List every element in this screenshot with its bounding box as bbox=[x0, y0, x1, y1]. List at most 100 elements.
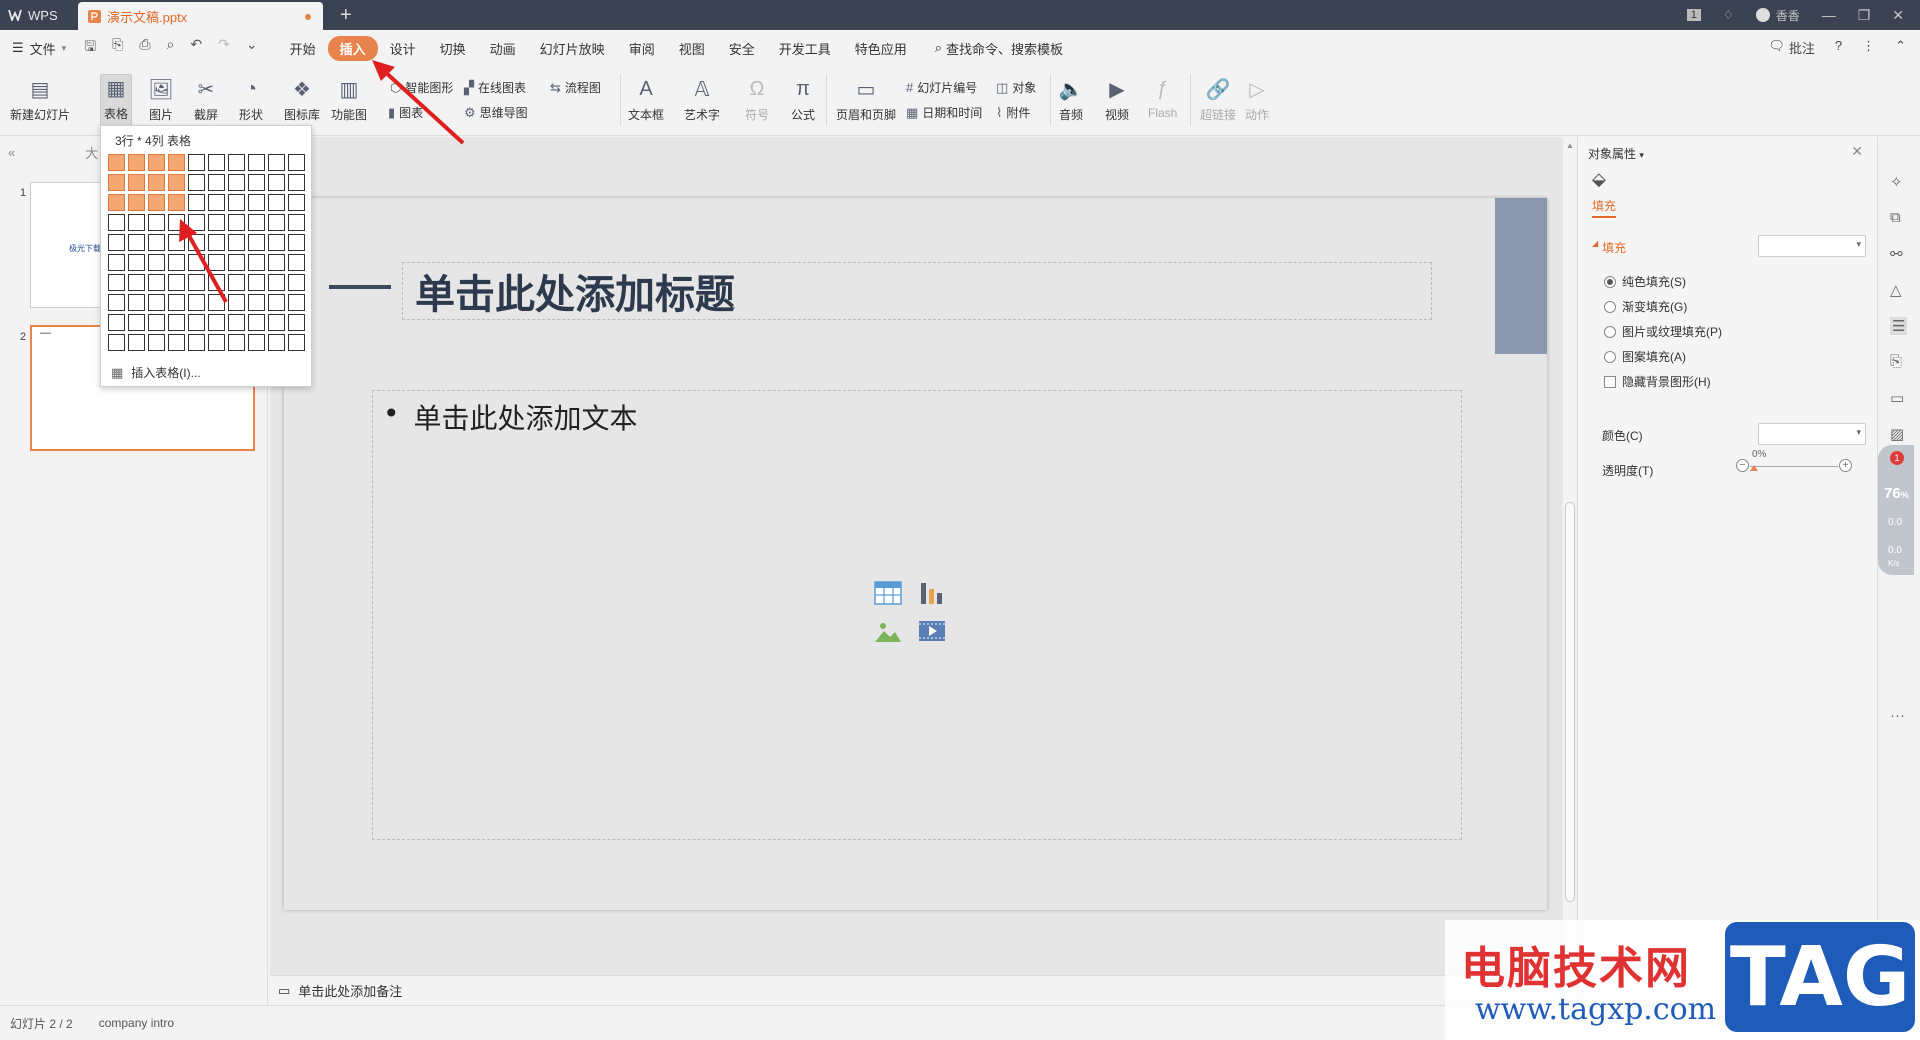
table-grid-cell[interactable] bbox=[268, 294, 285, 311]
customize-icon[interactable]: ⌄ bbox=[246, 36, 258, 60]
slider-knob[interactable] bbox=[1750, 465, 1758, 471]
table-grid-cell[interactable] bbox=[228, 194, 245, 211]
table-grid-cell[interactable] bbox=[108, 154, 125, 171]
table-grid-cell[interactable] bbox=[288, 214, 305, 231]
table-grid-cell[interactable] bbox=[248, 294, 265, 311]
user-account[interactable]: 香香 bbox=[1755, 7, 1800, 24]
properties-icon[interactable]: ☰ bbox=[1890, 317, 1908, 335]
header-footer-button[interactable]: ▭ 页眉和页脚 bbox=[836, 76, 896, 123]
table-grid-cell[interactable] bbox=[228, 294, 245, 311]
current-slide[interactable]: 单击此处添加标题 • 单击此处添加文本 bbox=[284, 198, 1547, 910]
pattern-fill-option[interactable]: 图案填充(A) bbox=[1604, 348, 1686, 365]
table-grid-cell[interactable] bbox=[208, 314, 225, 331]
icon-library-button[interactable]: ❖ 图标库 bbox=[284, 76, 320, 123]
table-grid-cell[interactable] bbox=[208, 274, 225, 291]
tab-transitions[interactable]: 切换 bbox=[428, 36, 478, 61]
copy-icon[interactable]: ⎘ bbox=[1890, 353, 1902, 370]
table-grid-cell[interactable] bbox=[268, 214, 285, 231]
table-grid-cell[interactable] bbox=[188, 154, 205, 171]
table-grid-cell[interactable] bbox=[208, 214, 225, 231]
action-button[interactable]: ▷ 动作 bbox=[1244, 76, 1270, 123]
table-grid-cell[interactable] bbox=[188, 254, 205, 271]
table-grid-cell[interactable] bbox=[148, 314, 165, 331]
table-grid-cell[interactable] bbox=[208, 154, 225, 171]
table-grid-cell[interactable] bbox=[228, 234, 245, 251]
insert-chart-icon[interactable] bbox=[917, 579, 947, 607]
new-slide-button[interactable]: ▤ 新建幻灯片 bbox=[10, 76, 70, 123]
table-grid-cell[interactable] bbox=[128, 194, 145, 211]
table-grid-cell[interactable] bbox=[148, 274, 165, 291]
fill-dropdown[interactable]: ▾ bbox=[1758, 235, 1866, 257]
insert-table-menu-item[interactable]: ▦ 插入表格(I)... bbox=[111, 364, 201, 381]
document-tab[interactable]: 演示文稿.pptx bbox=[78, 2, 323, 30]
transform-icon[interactable]: ⧉ bbox=[1890, 209, 1901, 226]
table-grid-cell[interactable] bbox=[268, 234, 285, 251]
table-grid-cell[interactable] bbox=[108, 174, 125, 191]
table-grid-cell[interactable] bbox=[288, 314, 305, 331]
table-grid-cell[interactable] bbox=[288, 234, 305, 251]
table-button[interactable]: ▦ 表格 bbox=[100, 74, 132, 126]
table-grid-cell[interactable] bbox=[168, 314, 185, 331]
table-grid-cell[interactable] bbox=[128, 174, 145, 191]
table-grid-cell[interactable] bbox=[268, 194, 285, 211]
table-grid-cell[interactable] bbox=[248, 194, 265, 211]
table-grid-cell[interactable] bbox=[228, 154, 245, 171]
table-grid-cell[interactable] bbox=[128, 254, 145, 271]
increase-icon[interactable]: + bbox=[1839, 459, 1852, 472]
table-grid-cell[interactable] bbox=[248, 214, 265, 231]
symbol-button[interactable]: Ω 符号 bbox=[744, 76, 770, 123]
tab-special[interactable]: 特色应用 bbox=[843, 36, 919, 61]
table-grid-cell[interactable] bbox=[248, 334, 265, 351]
decrease-icon[interactable]: − bbox=[1736, 459, 1749, 472]
scrollbar-thumb[interactable] bbox=[1565, 502, 1575, 902]
table-grid-cell[interactable] bbox=[228, 314, 245, 331]
table-grid-cell[interactable] bbox=[188, 294, 205, 311]
table-grid-cell[interactable] bbox=[228, 334, 245, 351]
fill-section-header[interactable]: ◢ 填充 bbox=[1592, 239, 1626, 256]
slider-track[interactable] bbox=[1750, 466, 1838, 467]
more-horizontal-icon[interactable]: ··· bbox=[1890, 707, 1905, 724]
table-grid-cell[interactable] bbox=[288, 194, 305, 211]
tab-insert[interactable]: 插入 bbox=[327, 35, 378, 61]
table-grid-cell[interactable] bbox=[108, 314, 125, 331]
table-grid-cell[interactable] bbox=[288, 154, 305, 171]
picture-fill-option[interactable]: 图片或纹理填充(P) bbox=[1604, 323, 1722, 340]
save-icon[interactable]: 🖫 bbox=[84, 36, 96, 60]
table-grid-cell[interactable] bbox=[128, 334, 145, 351]
insert-picture-icon[interactable] bbox=[873, 617, 903, 645]
table-grid-cell[interactable] bbox=[188, 214, 205, 231]
title-placeholder[interactable]: 单击此处添加标题 bbox=[402, 262, 1432, 320]
slide-number-button[interactable]: # 幻灯片编号 bbox=[906, 79, 977, 96]
wordart-button[interactable]: 𝔸 艺术字 bbox=[684, 76, 720, 123]
more-icon[interactable]: ⋮ bbox=[1862, 38, 1875, 57]
video-button[interactable]: ▶ 视频 bbox=[1104, 76, 1130, 123]
export-icon[interactable]: ⎘ bbox=[112, 36, 123, 60]
tab-slideshow[interactable]: 幻灯片放映 bbox=[528, 36, 617, 61]
table-grid-cell[interactable] bbox=[208, 294, 225, 311]
table-grid-cell[interactable] bbox=[228, 254, 245, 271]
datetime-button[interactable]: ▦ 日期和时间 bbox=[906, 104, 982, 121]
tab-design[interactable]: 设计 bbox=[378, 36, 428, 61]
table-grid-cell[interactable] bbox=[168, 254, 185, 271]
help-icon[interactable]: ? bbox=[1835, 38, 1842, 57]
table-grid-cell[interactable] bbox=[168, 274, 185, 291]
insert-table-icon[interactable] bbox=[873, 579, 903, 607]
transparency-slider[interactable]: − 0% + bbox=[1736, 449, 1856, 477]
table-grid-cell[interactable] bbox=[268, 154, 285, 171]
table-grid-cell[interactable] bbox=[228, 174, 245, 191]
file-menu[interactable]: ☰ 文件 ▾ bbox=[12, 39, 66, 58]
table-grid-cell[interactable] bbox=[108, 334, 125, 351]
command-search[interactable]: ⌕ 查找命令、搜索模板 bbox=[935, 39, 1063, 58]
table-grid-cell[interactable] bbox=[108, 234, 125, 251]
gradient-fill-option[interactable]: 渐变填充(G) bbox=[1604, 298, 1687, 315]
vertical-scrollbar[interactable]: ▲ ▼ bbox=[1563, 137, 1577, 975]
table-grid-cell[interactable] bbox=[248, 234, 265, 251]
print-icon[interactable]: ⎙ bbox=[139, 36, 150, 60]
window-count-badge[interactable]: 1 bbox=[1686, 9, 1701, 21]
preview-icon[interactable]: ⌕ bbox=[167, 36, 175, 60]
table-grid-cell[interactable] bbox=[148, 194, 165, 211]
table-grid-cell[interactable] bbox=[288, 174, 305, 191]
table-grid-cell[interactable] bbox=[128, 234, 145, 251]
table-grid-cell[interactable] bbox=[168, 214, 185, 231]
paint-bucket-icon[interactable]: ⬙ bbox=[1592, 169, 1606, 190]
